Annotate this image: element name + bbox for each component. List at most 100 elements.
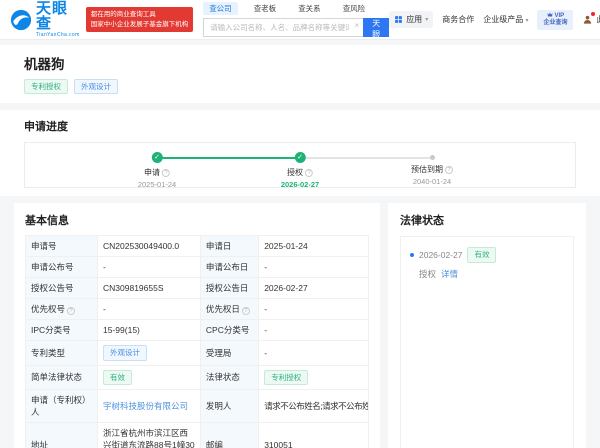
slogan-badge: 都在用的商业查询工具 国家中小企业发展子基金旗下机构 <box>85 6 194 33</box>
search-input[interactable] <box>203 18 364 37</box>
table-row: 申请（专利权）人 宇树科技股份有限公司 发明人 请求不公布姓名;请求不公布姓名 <box>24 388 369 423</box>
legal-status-text: 授权 <box>419 268 437 279</box>
user-menu[interactable]: 此处有... ▾ <box>582 12 600 25</box>
vip-badge[interactable]: VIP 企业查询 <box>537 9 574 30</box>
help-icon[interactable]: ? <box>241 307 250 316</box>
crown-icon <box>547 12 553 16</box>
field-label-text: 优先权日 <box>205 304 240 315</box>
valid-status-tag: 有效 <box>103 369 133 385</box>
tianyancha-logo-icon <box>10 9 32 30</box>
valid-tag: 有效 <box>467 247 497 263</box>
grid-icon <box>395 16 403 23</box>
search-button[interactable]: 天眼一下 <box>363 17 390 61</box>
tianyancha-logo[interactable]: 天眼查 TianYanCha.com <box>10 1 80 38</box>
chevron-down-icon: ▾ <box>525 18 529 24</box>
field-label: 授权公告日 <box>199 277 260 300</box>
help-icon[interactable]: ? <box>305 168 313 177</box>
field-value: 15-99(15) <box>97 319 201 342</box>
details-link[interactable]: 详情 <box>441 268 458 280</box>
help-icon[interactable]: ? <box>67 307 76 316</box>
search-tab-company[interactable]: 查公司 <box>203 2 238 15</box>
field-label: 申请（专利权）人 <box>24 388 99 423</box>
legal-status-tag: 专利授权 <box>264 369 309 385</box>
help-icon[interactable]: ? <box>445 165 453 174</box>
search-tab-relation[interactable]: 查关系 <box>292 2 327 15</box>
field-label: 受理局 <box>199 340 260 366</box>
field-value: 浙江省杭州市滨江区西兴街道东流路88号1幢306室 <box>97 421 201 448</box>
progress-timeline: ✓ 申请? 2025-01-24 ✓ 授权? 2026-02-27 预估到期? … <box>24 142 576 189</box>
bullet-dot-icon <box>410 252 414 257</box>
check-icon: ✓ <box>151 152 163 164</box>
patent-type-tag: 外观设计 <box>103 345 148 361</box>
step-date: 2025-01-24 <box>137 180 177 190</box>
search-area: 查公司 查老板 查关系 查风险 × 天眼一下 <box>203 2 390 61</box>
field-label: 专利类型 <box>24 340 99 366</box>
top-header: 天眼查 TianYanCha.com 都在用的商业查询工具 国家中小企业发展子基… <box>0 0 600 61</box>
field-label: CPC分类号 <box>199 319 260 342</box>
step-date: 2026-02-27 <box>280 180 320 190</box>
step-application: ✓ 申请? 2025-01-24 <box>138 152 176 189</box>
apps-label: 应用 <box>406 15 423 24</box>
step-date: 2040-01-24 <box>412 177 452 187</box>
clear-icon[interactable]: × <box>355 21 360 30</box>
patent-granted-tag: 专利授权 <box>24 79 68 95</box>
legal-date: 2026-02-27 <box>419 249 463 260</box>
page-title: 机器狗 <box>24 57 65 72</box>
field-label: 申请日 <box>199 235 260 258</box>
main-content-row: 基本信息 申请号 CN202530049400.0 申请日 2025-01-24… <box>0 203 600 448</box>
progress-heading: 申请进度 <box>24 121 68 134</box>
slogan-line1: 都在用的商业查询工具 <box>90 10 156 18</box>
help-icon[interactable]: ? <box>162 168 170 177</box>
field-value: - <box>97 256 201 279</box>
check-icon: ✓ <box>294 152 306 164</box>
step-label: 预估到期 <box>411 165 443 175</box>
field-label: 优先权号? <box>24 298 99 321</box>
field-label: 发明人 <box>199 388 260 423</box>
search-tab-boss[interactable]: 查老板 <box>248 2 283 15</box>
brand-name: 天眼查 <box>36 0 69 32</box>
field-value: 2025-01-24 <box>258 235 369 258</box>
patent-title-section: 机器狗 专利授权 外观设计 <box>0 45 600 104</box>
field-value: CN309819655S <box>97 277 201 300</box>
notification-dot <box>591 12 596 16</box>
username: 此处有... <box>596 14 600 25</box>
timeline-segment-done <box>157 157 300 160</box>
table-row: IPC分类号 15-99(15) CPC分类号 - <box>24 319 369 342</box>
field-label: 邮编 <box>199 421 260 448</box>
field-value: 专利授权 <box>258 364 369 390</box>
field-label: 优先权日? <box>199 298 260 321</box>
legal-status-heading: 法律状态 <box>400 215 444 228</box>
field-value: - <box>258 340 369 366</box>
applicant-link[interactable]: 宇树科技股份有限公司 <box>103 401 188 411</box>
basic-info-section: 基本信息 申请号 CN202530049400.0 申请日 2025-01-24… <box>14 203 380 448</box>
basic-info-table: 申请号 CN202530049400.0 申请日 2025-01-24 申请公布… <box>24 235 369 448</box>
field-value: 有效 <box>97 364 201 390</box>
pending-dot-icon <box>429 155 435 161</box>
nav-business-coop[interactable]: 商务合作 <box>442 14 474 25</box>
table-row: 专利类型 外观设计 受理局 - <box>24 340 369 366</box>
vip-line1: VIP <box>554 12 565 19</box>
application-progress-section: 申请进度 ✓ 申请? 2025-01-24 ✓ 授权? 2026-02-27 预… <box>0 110 600 197</box>
field-label: 授权公告号 <box>24 277 99 300</box>
step-expiry: 预估到期? 2040-01-24 <box>411 152 453 186</box>
table-row: 授权公告号 CN309819655S 授权公告日 2026-02-27 <box>24 277 369 300</box>
field-label: 法律状态 <box>199 364 260 390</box>
table-row: 申请公布号 - 申请公布日 - <box>24 256 369 279</box>
nav-enterprise-products[interactable]: 企业级产品 ▾ <box>483 14 528 25</box>
field-value: - <box>258 298 369 321</box>
apps-menu[interactable]: 应用 ▾ <box>389 11 434 28</box>
field-label: 申请公布日 <box>199 256 260 279</box>
search-tab-risk[interactable]: 查风险 <box>337 2 372 15</box>
table-row: 地址 浙江省杭州市滨江区西兴街道东流路88号1幢306室 邮编 310051 <box>24 421 369 448</box>
step-label: 授权 <box>287 168 303 178</box>
field-value: - <box>97 298 201 321</box>
design-patent-tag: 外观设计 <box>74 79 118 95</box>
field-label: IPC分类号 <box>24 319 99 342</box>
search-tabs: 查公司 查老板 查关系 查风险 <box>203 2 389 15</box>
enterprise-label: 企业级产品 <box>483 15 524 24</box>
field-value: 310051 <box>258 421 369 448</box>
step-grant: ✓ 授权? 2026-02-27 <box>281 152 319 189</box>
field-value: - <box>258 319 369 342</box>
field-label-text: 优先权号 <box>31 304 66 315</box>
field-value: 请求不公布姓名;请求不公布姓名 <box>258 388 369 423</box>
